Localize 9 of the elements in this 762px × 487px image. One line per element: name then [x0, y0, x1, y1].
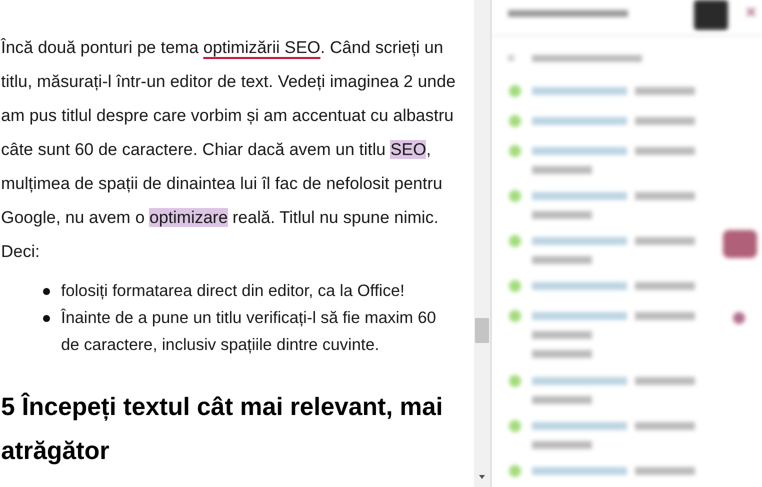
scroll-down-icon[interactable]	[479, 475, 485, 479]
scrollbar[interactable]	[474, 0, 490, 487]
section-heading: 5 Începeți textul cât mai relevant, mai atrăgător	[1, 392, 444, 467]
article-paragraph: Încă două ponturi pe tema optimizării SEO. Când scrieți un titlu, măsurați-l într-un editor de text. Vedeți imaginea 2 unde am pus titlul despre care vorbim și am accentuat cu albastru câte sunt 60 de caractere. Chiar dacă avem un titlu SEO, mulțimea de spații de dinaintea lui îl fac de nefolosit pentru Google, nu avem o optimizare reală. Titlul nu spune nimic. Deci:	[1, 37, 457, 263]
scrollbar-thumb[interactable]	[475, 318, 489, 343]
bullet-icon	[43, 315, 50, 322]
bullet-text: folosiți formatarea direct din editor, ca la Office!	[61, 281, 405, 302]
bullet-icon	[43, 288, 50, 295]
bullet-text: Înainte de a pune un titlu verificați-l să fie maxim 60 de caractere, inclusiv spațiile dintre cuvinte.	[61, 308, 438, 356]
